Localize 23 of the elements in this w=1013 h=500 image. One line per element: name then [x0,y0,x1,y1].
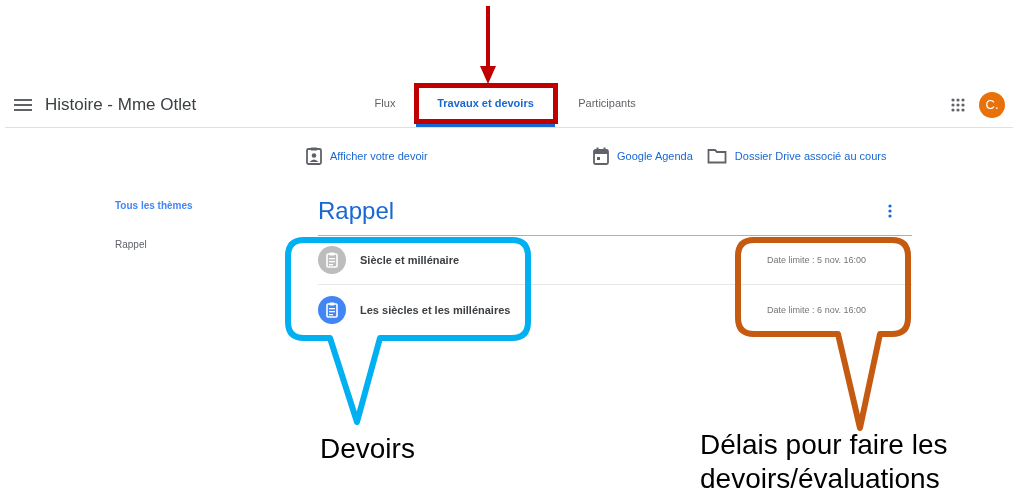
assignment-title[interactable]: Siècle et millénaire [360,254,460,266]
due-date: Date limite : 6 nov. 16:00 [767,304,866,315]
toolbar-link[interactable]: Afficher votre devoir [330,150,428,162]
tab[interactable]: Travaux et devoirs [416,82,555,127]
topic-link[interactable]: Tous les thèmes [115,186,318,225]
callout-label: Délais pour faire les devoirs/évaluations [700,428,949,496]
tab[interactable]: Participants [557,82,657,127]
person-badge-icon [306,147,322,165]
topic-link[interactable]: Rappel [115,225,318,264]
due-date: Date limite : 5 nov. 16:00 [767,255,866,265]
menu-icon[interactable] [14,98,32,111]
calendar-icon [593,147,609,165]
toolbar-link[interactable]: Google Agenda [617,150,693,162]
course-title: Histoire - Mme Otlet [45,94,197,115]
assignment-title[interactable]: Les siècles et les millénaires [360,303,511,316]
more-options-icon[interactable] [888,203,892,218]
topic-title: Rappel [318,196,395,225]
apps-grid-icon[interactable] [951,97,965,112]
folder-icon [706,148,727,164]
callout-label: Devoirs [320,432,416,466]
toolbar-link[interactable]: Dossier Drive associé au cours [734,150,887,162]
tab[interactable]: Flux [356,82,414,127]
user-avatar[interactable]: C. [979,91,1005,118]
